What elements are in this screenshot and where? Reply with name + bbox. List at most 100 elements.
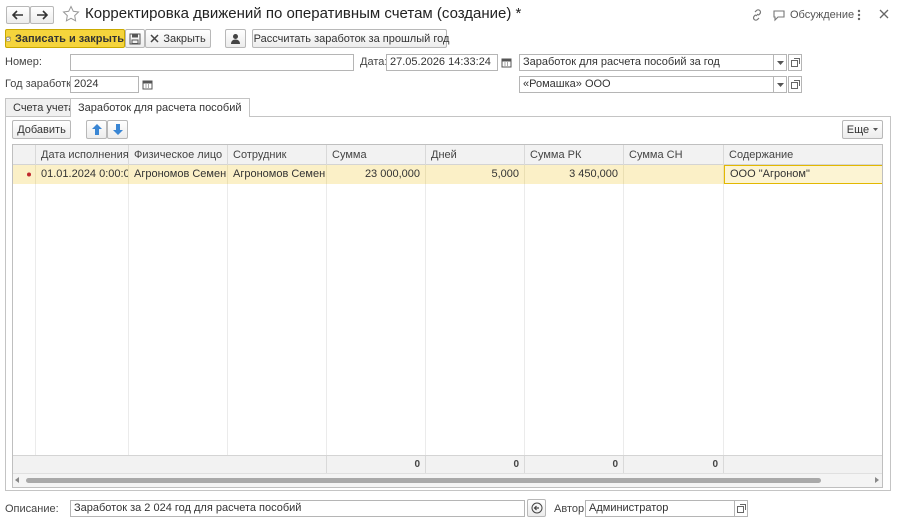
close-button-label: Закрыть	[163, 32, 206, 45]
calc-last-year-label: Рассчитать заработок за прошлый год	[253, 32, 450, 45]
description-input[interactable]: Заработок за 2 024 год для расчета пособ…	[70, 500, 525, 517]
save-close-icon	[6, 36, 11, 41]
discussion-icon[interactable]	[772, 8, 786, 22]
description-label: Описание:	[5, 503, 59, 515]
chevron-down-icon	[776, 82, 784, 87]
row-marker	[13, 165, 36, 184]
organization-dropdown-button[interactable]	[773, 76, 787, 93]
move-down-button[interactable]	[107, 120, 128, 139]
author-open-button[interactable]	[734, 500, 748, 517]
close-button[interactable]: Закрыть	[145, 29, 211, 48]
floppy-icon	[129, 33, 141, 44]
organization-open-button[interactable]	[788, 76, 802, 93]
operation-type-open-button[interactable]	[788, 54, 802, 71]
arrow-down-icon	[112, 124, 123, 135]
cell-sum-rk[interactable]: 3 450,000	[525, 165, 624, 184]
description-edit-button[interactable]	[527, 499, 546, 517]
open-window-icon	[736, 504, 746, 513]
save-and-close-button[interactable]: Записать и закрыть	[5, 29, 125, 48]
number-input[interactable]	[70, 54, 354, 71]
move-up-button[interactable]	[86, 120, 107, 139]
arrow-right-icon	[37, 10, 48, 20]
total-sum-sn: 0	[624, 456, 724, 474]
header-marker	[13, 145, 36, 165]
date-calendar-button[interactable]	[499, 54, 513, 71]
horizontal-scrollbar[interactable]	[13, 473, 882, 487]
number-label: Номер:	[5, 56, 42, 68]
link-icon[interactable]	[750, 8, 764, 22]
total-blank	[13, 456, 327, 474]
date-label: Дата:	[360, 56, 388, 68]
column-divider	[425, 184, 426, 455]
add-row-button[interactable]: Добавить	[12, 120, 71, 139]
header-sum-rk[interactable]: Сумма РК	[525, 145, 624, 165]
scroll-thumb[interactable]	[26, 478, 821, 483]
column-divider	[723, 184, 724, 455]
circle-arrow-left-icon	[531, 502, 542, 514]
save-and-close-label: Записать и закрыть	[14, 32, 124, 45]
calendar-icon	[142, 80, 152, 90]
total-sum-rk: 0	[525, 456, 624, 474]
date-input[interactable]: 27.05.2026 14:33:24	[386, 54, 498, 71]
add-row-label: Добавить	[17, 123, 66, 136]
author-input[interactable]: Администратор	[585, 500, 735, 517]
cell-sum[interactable]: 23 000,000	[327, 165, 426, 184]
cell-content[interactable]: ООО "Агроном"	[724, 165, 882, 184]
table-row[interactable]: 01.01.2024 0:00:00 Агрономов Семен ... А…	[13, 165, 882, 184]
cell-sum-sn[interactable]	[624, 165, 724, 184]
header-content[interactable]: Содержание	[724, 145, 882, 165]
scroll-left-arrow[interactable]	[15, 477, 19, 483]
person-icon	[231, 33, 240, 44]
chevron-down-icon	[776, 60, 784, 65]
header-sum[interactable]: Сумма	[327, 145, 426, 165]
favorite-star-icon[interactable]	[62, 5, 80, 23]
scroll-right-arrow[interactable]	[875, 477, 879, 483]
person-action-button[interactable]	[225, 29, 246, 48]
author-label: Автор:	[554, 503, 588, 515]
column-divider	[623, 184, 624, 455]
table-header: Дата исполнения Физическое лицо Сотрудни…	[13, 145, 882, 165]
cell-days[interactable]: 5,000	[426, 165, 525, 184]
close-window-icon[interactable]	[878, 8, 890, 20]
tab-benefit-earnings[interactable]: Заработок для расчета пособий	[70, 98, 250, 117]
header-date[interactable]: Дата исполнения	[36, 145, 129, 165]
column-divider	[326, 184, 327, 455]
earnings-table[interactable]: Дата исполнения Физическое лицо Сотрудни…	[12, 144, 883, 488]
column-divider	[524, 184, 525, 455]
header-days[interactable]: Дней	[426, 145, 525, 165]
header-employee[interactable]: Сотрудник	[228, 145, 327, 165]
more-menu-button[interactable]: Еще	[842, 120, 883, 139]
arrow-up-icon	[91, 124, 102, 135]
organization-select[interactable]: «Ромашка» ООО	[519, 76, 774, 93]
header-person[interactable]: Физическое лицо	[129, 145, 228, 165]
edited-dot-icon	[27, 172, 31, 177]
cell-employee[interactable]: Агрономов Семен ...	[228, 165, 327, 184]
calendar-icon	[501, 58, 511, 68]
column-divider	[128, 184, 129, 455]
header-sum-sn[interactable]: Сумма СН	[624, 145, 724, 165]
save-button[interactable]	[125, 29, 145, 48]
page-title: Корректировка движений по оперативным сч…	[85, 5, 522, 22]
table-footer-totals: 0 0 0 0	[13, 455, 882, 474]
column-divider	[227, 184, 228, 455]
year-input[interactable]: 2024	[70, 76, 139, 93]
arrow-left-icon	[12, 10, 23, 20]
open-window-icon	[790, 80, 800, 89]
open-window-icon	[790, 58, 800, 67]
cell-person[interactable]: Агрономов Семен ...	[129, 165, 228, 184]
column-divider	[35, 184, 36, 455]
discussion-link[interactable]: Обсуждение	[790, 9, 854, 21]
year-calendar-button[interactable]	[140, 76, 154, 93]
cell-date[interactable]: 01.01.2024 0:00:00	[36, 165, 129, 184]
total-sum: 0	[327, 456, 426, 474]
forward-button[interactable]	[30, 6, 54, 24]
operation-type-select[interactable]: Заработок для расчета пособий за год	[519, 54, 774, 71]
close-icon	[150, 34, 159, 43]
back-button[interactable]	[6, 6, 30, 24]
chevron-down-icon	[873, 128, 879, 131]
more-menu-label: Еще	[846, 123, 870, 136]
calc-last-year-button[interactable]: Рассчитать заработок за прошлый год	[252, 29, 450, 48]
more-vertical-icon[interactable]	[855, 8, 863, 22]
total-days: 0	[426, 456, 525, 474]
operation-type-dropdown-button[interactable]	[773, 54, 787, 71]
